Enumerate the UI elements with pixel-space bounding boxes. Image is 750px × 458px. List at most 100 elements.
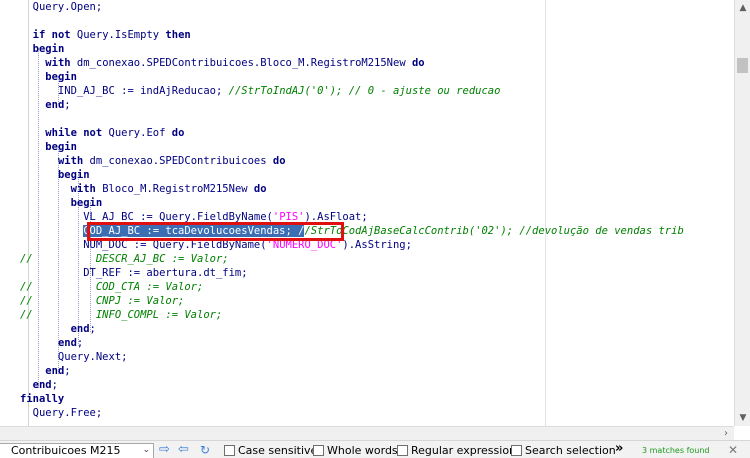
keyword-token: begin — [45, 141, 77, 153]
chevron-down-icon[interactable]: ⌄ — [142, 445, 150, 455]
right-margin-line — [545, 0, 546, 426]
whole-words-checkbox[interactable] — [313, 445, 324, 456]
code-line[interactable]: end; — [20, 364, 71, 378]
code-line[interactable]: finally — [20, 392, 64, 406]
keyword-token: then — [165, 29, 191, 41]
matches-count: 3 matches found — [642, 446, 710, 455]
code-line[interactable]: Query.Next; — [20, 350, 128, 364]
code-line[interactable]: end; — [20, 336, 83, 350]
keyword-token: end — [70, 323, 90, 335]
scroll-up-icon[interactable]: ▲ — [735, 0, 750, 16]
arrow-left-icon[interactable]: ⇦ — [178, 442, 189, 458]
search-selection-checkbox[interactable] — [511, 445, 522, 456]
code-token: Query.Open; — [20, 1, 103, 13]
keyword-token: begin — [45, 71, 77, 83]
arrow-right-icon[interactable]: ⇨ — [159, 442, 170, 458]
refresh-icon[interactable]: ↻ — [200, 442, 210, 458]
code-line[interactable]: begin — [20, 196, 103, 210]
keyword-token: do — [171, 127, 185, 139]
code-line[interactable]: begin — [20, 140, 77, 154]
code-line[interactable]: with dm_conexao.SPEDContribuicoes do — [20, 154, 286, 168]
comment-token: // COD_CTA := Valor; — [20, 281, 204, 293]
keyword-token: do — [411, 57, 425, 69]
keyword-token: end — [57, 337, 77, 349]
code-line[interactable]: // COD_CTA := Valor; — [20, 280, 203, 294]
search-combo[interactable]: ⌄ — [0, 443, 154, 458]
code-line[interactable]: IND_AJ_BC := indAjReducao; //StrToIndAJ(… — [20, 84, 501, 98]
keyword-token: with — [45, 57, 71, 69]
regular-expression-checkbox[interactable] — [397, 445, 408, 456]
more-options-button[interactable]: » — [615, 441, 623, 457]
code-line[interactable]: end; — [20, 378, 58, 392]
comment-token: // INFO_COMPL := Valor; — [20, 309, 223, 321]
comment-token: /StrToCodAjBaseCalcContrib('02'); //devo… — [304, 225, 684, 237]
case-sensitive-label[interactable]: Case sensitive — [238, 443, 317, 458]
keyword-token: begin — [70, 197, 103, 209]
whole-words-label[interactable]: Whole words — [327, 443, 398, 458]
search-selection-label[interactable]: Search selection — [525, 443, 616, 458]
keyword-token: begin — [57, 169, 90, 181]
code-token: Query.Eof — [102, 127, 172, 139]
find-bar: ⌄ ⇨ ⇦ ↻ Case sensitive Whole words Regul… — [0, 440, 750, 458]
code-token: dm_conexao.SPEDContribuicoes.Bloco_M.Reg… — [70, 57, 412, 69]
comment-token: // DESCR_AJ_BC := Valor; — [20, 253, 229, 265]
close-icon[interactable]: ✕ — [728, 443, 738, 457]
code-token: ; — [64, 365, 71, 377]
code-line[interactable]: begin — [20, 70, 77, 84]
code-line[interactable]: end; — [20, 98, 71, 112]
code-token: Query.IsEmpty — [70, 29, 166, 41]
code-line[interactable]: with dm_conexao.SPEDContribuicoes.Bloco_… — [20, 56, 425, 70]
keyword-token: end — [45, 365, 65, 377]
code-line[interactable]: // INFO_COMPL := Valor; — [20, 308, 222, 322]
keyword-token: do — [253, 183, 267, 195]
scroll-down-icon[interactable]: ▼ — [735, 410, 750, 426]
code-line[interactable]: while not Query.Eof do — [20, 126, 184, 140]
keyword-token: with — [57, 155, 84, 167]
code-line[interactable]: Query.Free; — [20, 406, 103, 420]
keyword-token: begin — [32, 43, 65, 55]
comment-token: //StrToIndAJ('0'); // 0 - ajuste ou redu… — [228, 85, 501, 97]
regular-expression-label[interactable]: Regular expression — [411, 443, 516, 458]
scroll-right-icon[interactable]: › — [720, 427, 732, 441]
code-line[interactable]: // DESCR_AJ_BC := Valor; — [20, 252, 229, 266]
horizontal-scrollbar[interactable]: › — [0, 426, 734, 440]
keyword-token: end — [45, 99, 65, 111]
keyword-token: if not — [32, 29, 71, 41]
code-token: Query.Next; — [20, 351, 128, 363]
code-line[interactable]: // CNPJ := Valor; — [20, 294, 184, 308]
vertical-scrollbar[interactable]: ▲ ▼ — [734, 0, 750, 426]
case-sensitive-checkbox[interactable] — [224, 445, 235, 456]
keyword-token: end — [32, 379, 52, 391]
code-token: DT_REF := abertura.dt_fim; — [20, 267, 248, 279]
keyword-token: with — [70, 183, 96, 195]
code-editor[interactable]: Query.Open; if not Query.IsEmpty then be… — [0, 0, 734, 426]
code-line[interactable]: begin — [20, 168, 90, 182]
code-line[interactable]: with Bloco_M.RegistroM215New do — [20, 182, 267, 196]
code-token: ).AsString; — [342, 239, 412, 251]
code-line[interactable]: if not Query.IsEmpty then — [20, 28, 191, 42]
code-line[interactable]: DT_REF := abertura.dt_fim; — [20, 266, 248, 280]
code-line[interactable]: begin — [20, 42, 65, 56]
keyword-token: do — [272, 155, 286, 167]
highlight-annotation-box — [87, 222, 344, 241]
code-token: dm_conexao.SPEDContribuicoes — [83, 155, 273, 167]
code-token: ; — [64, 99, 71, 111]
code-line[interactable]: Query.Open; — [20, 0, 103, 14]
code-token: ; — [89, 323, 96, 335]
code-line[interactable]: end; — [20, 322, 96, 336]
search-input[interactable] — [1, 444, 135, 458]
keyword-token: finally — [20, 393, 65, 405]
vertical-scroll-thumb[interactable] — [737, 58, 748, 73]
